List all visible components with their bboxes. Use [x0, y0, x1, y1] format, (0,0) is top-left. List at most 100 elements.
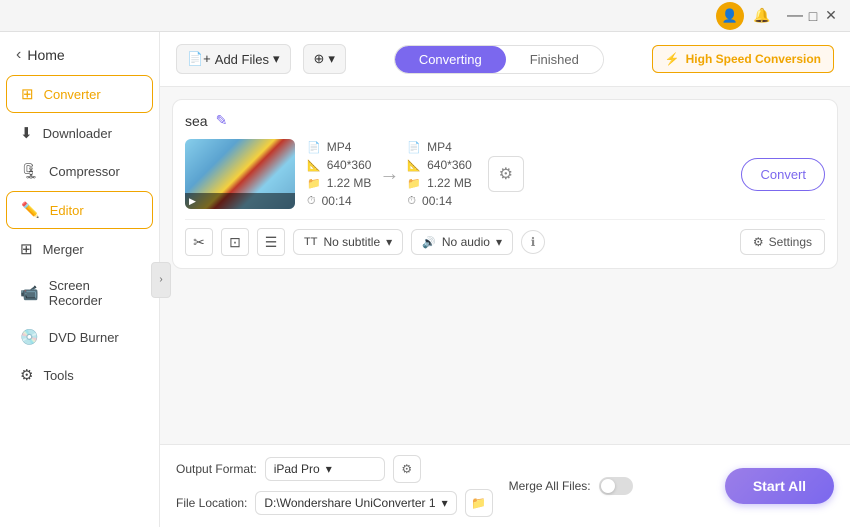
sidebar-collapse-button[interactable]: › — [151, 262, 171, 298]
merge-toggle[interactable] — [599, 477, 633, 495]
resolution-icon: 📐 — [307, 159, 321, 172]
sidebar-back-button[interactable]: ‹ Home — [0, 40, 159, 74]
tab-converting[interactable]: Converting — [395, 46, 506, 73]
file-meta: 📄 MP4 📐 640*360 📁 1.22 MB — [307, 140, 825, 208]
output-format-settings-icon[interactable]: ⚙ — [393, 455, 421, 483]
merge-label: Merge All Files: — [509, 479, 591, 493]
output-format-select[interactable]: iPad Pro ▾ — [265, 457, 385, 481]
cut-button[interactable]: ✂ — [185, 228, 213, 256]
start-all-button[interactable]: Start All — [725, 468, 834, 504]
sidebar-item-editor[interactable]: ✏️ Editor — [6, 191, 153, 229]
bottom-bar: Output Format: iPad Pro ▾ ⚙ File Locatio… — [160, 444, 850, 527]
sidebar-dvd-burner-label: DVD Burner — [49, 330, 119, 345]
minimize-button[interactable]: — — [788, 9, 802, 23]
file-name: sea — [185, 113, 208, 129]
settings-label: Settings — [769, 235, 812, 249]
downloader-icon: ⬇ — [20, 124, 33, 142]
content-area: sea ✎ ▶ 📄 — [160, 87, 850, 444]
sidebar-item-converter[interactable]: ⊞ Converter — [6, 75, 153, 113]
merge-toggle-group: Merge All Files: — [509, 477, 633, 495]
cut-icon: ✂ — [193, 234, 205, 251]
output-format-icon: 📄 — [407, 141, 421, 154]
audio-select[interactable]: 🔊 No audio ▾ — [411, 229, 513, 255]
sidebar-converter-label: Converter — [44, 87, 101, 102]
crop-button[interactable]: ⊡ — [221, 228, 249, 256]
add-files-button[interactable]: 📄+ Add Files ▾ — [176, 44, 291, 74]
file-location-value: D:\Wondershare UniConverter 1 — [264, 496, 435, 510]
output-size-icon: 📁 — [407, 177, 421, 190]
effects-button[interactable]: ☰ — [257, 228, 285, 256]
tab-finished[interactable]: Finished — [506, 46, 603, 73]
maximize-button[interactable]: □ — [806, 9, 820, 23]
close-button[interactable]: ✕ — [824, 9, 838, 23]
settings-gear-icon: ⚙ — [753, 235, 764, 249]
output-duration-icon: ⏱ — [407, 195, 416, 208]
output-duration: 00:14 — [422, 194, 452, 208]
titlebar: 👤 🔔 — □ ✕ — [0, 0, 850, 32]
file-location-browse-icon[interactable]: 📁 — [465, 489, 493, 517]
sidebar-editor-label: Editor — [50, 203, 84, 218]
file-card: sea ✎ ▶ 📄 — [172, 99, 838, 269]
audio-icon: 🔊 — [422, 236, 436, 249]
tools-icon: ⚙ — [20, 366, 33, 384]
output-duration-row: ⏱ 00:14 — [407, 194, 471, 208]
file-thumbnail: ▶ — [185, 139, 295, 209]
sidebar-item-tools[interactable]: ⚙ Tools — [6, 357, 153, 393]
dvd-burner-icon: 💿 — [20, 328, 39, 346]
sidebar-screen-recorder-label: Screen Recorder — [49, 278, 139, 308]
app-body: ‹ Home ⊞ Converter ⬇ Downloader 🗜 Compre… — [0, 32, 850, 527]
file-content: ▶ 📄 MP4 📐 640*360 — [185, 139, 825, 209]
high-speed-button[interactable]: ⚡ High Speed Conversion — [652, 45, 834, 73]
subtitle-label: No subtitle — [323, 235, 380, 249]
add-folder-icon: ⊕ — [314, 51, 325, 67]
info-button[interactable]: ℹ — [521, 230, 545, 254]
output-format-label: Output Format: — [176, 462, 257, 476]
audio-label: No audio — [442, 235, 490, 249]
size-icon: 📁 — [307, 177, 321, 190]
add-folder-button[interactable]: ⊕ ▾ — [303, 44, 346, 74]
crop-icon: ⊡ — [229, 234, 241, 251]
source-meta: 📄 MP4 📐 640*360 📁 1.22 MB — [307, 140, 371, 208]
profile-icon[interactable]: 👤 — [716, 2, 744, 30]
speed-label: High Speed Conversion — [686, 52, 821, 66]
sidebar-compressor-label: Compressor — [49, 164, 120, 179]
subtitle-dropdown-icon: ▾ — [386, 235, 392, 249]
sidebar-item-dvd-burner[interactable]: 💿 DVD Burner — [6, 319, 153, 355]
play-icon[interactable]: ▶ — [189, 196, 196, 207]
audio-dropdown-icon: ▾ — [496, 235, 502, 249]
file-location-field: File Location: D:\Wondershare UniConvert… — [176, 489, 493, 517]
source-duration: 00:14 — [322, 194, 352, 208]
format-icon: 📄 — [307, 141, 321, 154]
subtitle-select[interactable]: TT No subtitle ▾ — [293, 229, 403, 255]
subtitle-icon: TT — [304, 236, 317, 248]
add-folder-dropdown-icon: ▾ — [328, 51, 335, 67]
source-format-row: 📄 MP4 — [307, 140, 371, 154]
file-location-select[interactable]: D:\Wondershare UniConverter 1 ▾ — [255, 491, 456, 515]
toggle-thumb — [601, 479, 615, 493]
screen-recorder-icon: 📹 — [20, 284, 39, 302]
settings-button[interactable]: ⚙ Settings — [740, 229, 825, 255]
sidebar-item-merger[interactable]: ⊞ Merger — [6, 231, 153, 267]
output-format-field: Output Format: iPad Pro ▾ ⚙ — [176, 455, 493, 483]
sidebar-home-label: Home — [27, 47, 64, 63]
merger-icon: ⊞ — [20, 240, 33, 258]
top-toolbar: 📄+ Add Files ▾ ⊕ ▾ Converting Finished ⚡… — [160, 32, 850, 87]
file-header: sea ✎ — [185, 112, 825, 129]
add-files-dropdown-icon: ▾ — [273, 51, 280, 67]
sidebar-item-screen-recorder[interactable]: 📹 Screen Recorder — [6, 269, 153, 317]
output-format-value: iPad Pro — [274, 462, 320, 476]
back-arrow-icon: ‹ — [16, 46, 21, 64]
add-files-label: Add Files — [215, 52, 269, 67]
add-files-icon: 📄+ — [187, 51, 211, 67]
sidebar-item-downloader[interactable]: ⬇ Downloader — [6, 115, 153, 151]
bell-icon[interactable]: 🔔 — [752, 6, 772, 26]
info-icon: ℹ — [531, 235, 536, 249]
actions-row: ✂ ⊡ ☰ TT No subtitle ▾ 🔊 — [185, 219, 825, 256]
output-size: 1.22 MB — [427, 176, 472, 190]
file-edit-icon[interactable]: ✎ — [216, 112, 228, 129]
sidebar-item-compressor[interactable]: 🗜 Compressor — [6, 153, 153, 189]
convert-button[interactable]: Convert — [741, 158, 825, 191]
gear-icon: ⚙ — [499, 164, 513, 184]
format-settings-icon[interactable]: ⚙ — [488, 156, 524, 192]
source-duration-row: ⏱ 00:14 — [307, 194, 371, 208]
